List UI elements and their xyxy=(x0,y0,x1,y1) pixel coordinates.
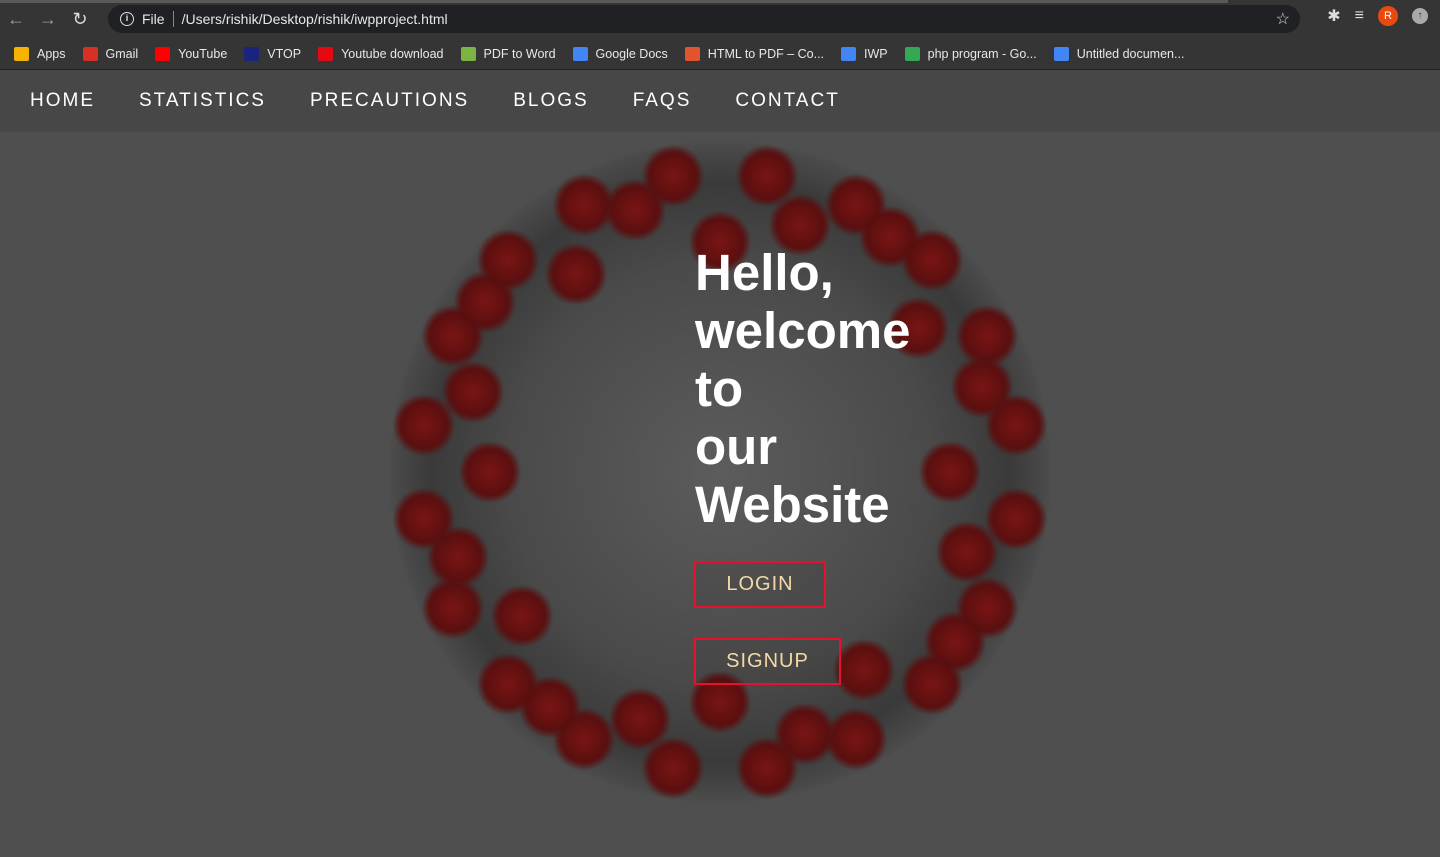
heading-line: Hello, xyxy=(695,244,834,301)
bookmark-icon xyxy=(318,46,334,61)
bookmark-icon xyxy=(684,46,700,61)
bookmark-label: Gmail xyxy=(105,46,139,61)
virus-spike xyxy=(826,709,887,770)
bookmark-item[interactable]: IWP xyxy=(841,46,888,61)
back-icon[interactable]: ← xyxy=(0,9,32,30)
bookmark-label: Apps xyxy=(37,46,66,61)
bookmark-item[interactable]: PDF to Word xyxy=(460,46,556,61)
bookmark-icon xyxy=(904,46,920,61)
virus-spike xyxy=(460,442,520,502)
bookmarks-bar: Apps Gmail YouTube VTOP Youtube download PDF … xyxy=(0,38,1440,70)
heading-line: welcome xyxy=(695,302,911,359)
divider xyxy=(172,11,174,27)
virus-spike xyxy=(643,145,704,206)
login-button[interactable]: LOGIN xyxy=(694,561,826,608)
nav-link-statistics[interactable]: STATISTICS xyxy=(139,90,266,112)
bookmark-label: Google Docs xyxy=(595,46,668,61)
virus-spike xyxy=(609,689,670,750)
avatar[interactable]: R xyxy=(1378,6,1398,26)
media-queue-icon[interactable]: ≡ xyxy=(1355,7,1364,25)
virus-spike xyxy=(477,654,538,715)
virus-spike xyxy=(393,488,454,549)
bookmark-item[interactable]: Gmail xyxy=(82,46,139,61)
heading-line: Website xyxy=(695,476,890,533)
browser-toolbar: ← → ↻ i File /Users/rishik/Desktop/rishi… xyxy=(0,0,1440,38)
bookmark-item[interactable]: YouTube xyxy=(155,46,228,61)
nav-link-contact[interactable]: CONTACT xyxy=(735,90,839,112)
virus-spike xyxy=(442,361,503,422)
star-icon[interactable]: ☆ xyxy=(1276,9,1290,29)
bookmark-icon xyxy=(460,46,476,61)
bookmark-item[interactable]: Google Docs xyxy=(572,46,668,61)
bookmark-icon xyxy=(244,46,260,61)
bookmark-item[interactable]: Untitled documen... xyxy=(1053,46,1185,61)
bookmark-item[interactable]: HTML to PDF – Co... xyxy=(684,46,825,61)
bookmark-label: YouTube xyxy=(178,46,228,61)
hero-section: Hello, welcome to our Website LOGIN SIGNUP xyxy=(0,132,1440,856)
bookmark-icon xyxy=(155,46,171,61)
nav-link-blogs[interactable]: BLOGS xyxy=(513,90,588,112)
info-icon[interactable]: i xyxy=(120,12,134,26)
bookmark-label: VTOP xyxy=(267,46,302,61)
heading-line: our xyxy=(695,418,778,475)
address-bar[interactable]: i File /Users/rishik/Desktop/rishik/iwpp… xyxy=(108,5,1300,33)
extensions-icon[interactable]: ✱ xyxy=(1327,6,1340,26)
virus-spike xyxy=(937,522,998,583)
signup-button[interactable]: SIGNUP xyxy=(694,638,841,685)
bookmark-icon xyxy=(841,46,857,61)
forward-icon[interactable]: → xyxy=(32,9,64,30)
url-text[interactable]: /Users/rishik/Desktop/rishik/iwpproject.… xyxy=(182,11,448,27)
bookmark-item[interactable]: Youtube download xyxy=(318,46,444,61)
welcome-heading: Hello, welcome to our Website xyxy=(695,244,935,534)
nav-link-faqs[interactable]: FAQS xyxy=(633,90,692,112)
virus-spike xyxy=(902,654,963,715)
virus-spike xyxy=(545,243,606,304)
bookmark-icon xyxy=(572,46,588,61)
virus-spike xyxy=(477,229,538,290)
bookmark-icon xyxy=(1053,46,1069,61)
bookmark-label: HTML to PDF – Co... xyxy=(707,46,825,61)
bookmark-label: Untitled documen... xyxy=(1076,46,1185,61)
update-icon[interactable]: ↑ xyxy=(1412,8,1428,24)
nav-link-precautions[interactable]: PRECAUTIONS xyxy=(310,90,469,112)
bookmark-label: Youtube download xyxy=(341,46,444,61)
virus-spike xyxy=(736,738,797,799)
virus-spike xyxy=(491,586,552,646)
bookmark-icon xyxy=(82,46,98,61)
reload-icon[interactable]: ↻ xyxy=(64,9,96,30)
bookmark-label: PDF to Word xyxy=(483,46,556,61)
bookmark-label: IWP xyxy=(864,46,888,61)
url-scheme: File xyxy=(142,11,165,27)
virus-spike xyxy=(834,640,894,701)
bookmark-item[interactable]: Apps xyxy=(14,46,66,61)
bookmark-item[interactable]: VTOP xyxy=(244,46,302,61)
bookmark-item[interactable]: php program - Go... xyxy=(904,46,1037,61)
nav-link-home[interactable]: HOME xyxy=(30,90,95,112)
virus-spike xyxy=(986,395,1047,456)
bookmark-icon xyxy=(14,46,29,61)
site-nav: HOME STATISTICS PRECAUTIONS BLOGS FAQS CONTAC… xyxy=(0,70,1440,132)
heading-line: to xyxy=(695,360,744,417)
virus-spike xyxy=(422,578,483,639)
bookmark-label: php program - Go... xyxy=(927,46,1037,61)
